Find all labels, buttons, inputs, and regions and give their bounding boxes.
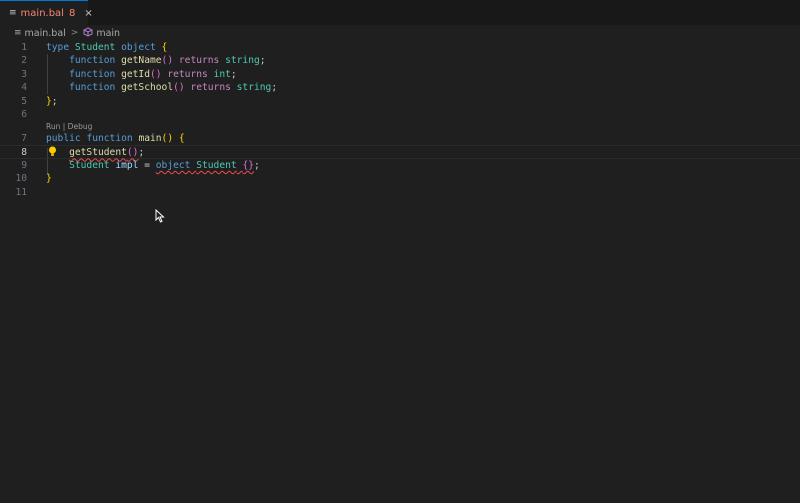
breadcrumb: ≡ main.bal > main: [0, 26, 800, 40]
token-keyword-error: object: [155, 159, 191, 171]
token-brace: }: [46, 173, 52, 185]
token-type: int: [213, 68, 231, 80]
token-keyword: returns: [167, 68, 208, 80]
token-keyword: type: [46, 42, 70, 53]
code-line[interactable]: 9 Student impl = object Student {};: [0, 159, 800, 172]
line-number: 7: [21, 133, 27, 144]
line-number: 2: [21, 55, 27, 67]
token-paren: (): [161, 133, 174, 144]
token-keyword: function: [69, 55, 116, 67]
token-paren: (): [161, 55, 174, 67]
problem-count-badge: 8: [68, 7, 76, 19]
token-keyword: function: [69, 82, 116, 94]
token-punct: ;: [271, 82, 278, 94]
token-function-error: getStudent: [69, 147, 127, 159]
codelens-run-debug[interactable]: Run | Debug: [46, 122, 92, 131]
breadcrumb-symbol[interactable]: main: [96, 28, 120, 39]
line-number: 5: [21, 95, 27, 107]
token-type: Student: [69, 159, 110, 171]
token-keyword: public: [46, 133, 81, 144]
code-line[interactable]: 6: [0, 108, 800, 121]
line-number: 8: [21, 147, 27, 159]
tab-bar: ≡ main.bal 8 ×: [0, 0, 800, 25]
breadcrumb-file[interactable]: main.bal: [25, 28, 66, 39]
token-punct: ;: [254, 159, 260, 171]
line-number: 1: [21, 42, 27, 53]
token-brace-error: {}: [242, 159, 254, 171]
lightbulb-icon[interactable]: [48, 146, 57, 160]
line-number: 9: [21, 159, 27, 171]
token-paren: (): [126, 147, 139, 159]
mouse-pointer-icon: [155, 208, 165, 227]
code-line-current[interactable]: 8 getStudent();: [0, 145, 800, 159]
token-function: main: [138, 133, 162, 144]
file-lines-icon: ≡: [9, 8, 17, 18]
line-number: 3: [21, 68, 27, 80]
code-line[interactable]: 11: [0, 186, 800, 199]
token-keyword: function: [86, 133, 133, 144]
code-line[interactable]: 5 };: [0, 95, 800, 108]
line-number: 4: [21, 82, 27, 94]
token-punct: ;: [51, 95, 58, 107]
token-function: getSchool: [121, 82, 174, 94]
token-punct: ;: [230, 68, 237, 80]
token-keyword: returns: [178, 55, 220, 67]
token-type: Student: [74, 42, 116, 53]
token-type-error: Student: [196, 159, 237, 171]
code-line[interactable]: 1 type Student object {: [0, 41, 800, 54]
token-function: getName: [121, 55, 162, 67]
line-number: 6: [21, 109, 27, 120]
token-punct: ;: [259, 55, 266, 67]
token-function: getId: [121, 68, 150, 80]
code-line[interactable]: 3 function getId() returns int;: [0, 68, 800, 81]
cube-icon: [83, 26, 93, 40]
token-operator: =: [144, 159, 150, 171]
code-line[interactable]: 7 public function main() {: [0, 132, 800, 145]
code-line[interactable]: 2 function getName() returns string;: [0, 54, 800, 67]
token-keyword: returns: [190, 82, 231, 94]
editor-tab-main-bal[interactable]: ≡ main.bal 8 ×: [0, 0, 93, 25]
token-keyword: function: [69, 68, 116, 80]
token-variable: impl: [115, 159, 139, 171]
token-type: string: [225, 55, 260, 67]
close-icon[interactable]: ×: [84, 8, 92, 19]
token-keyword: object: [121, 42, 156, 53]
token-brace: {: [178, 133, 185, 144]
line-number: 11: [15, 186, 27, 198]
token-paren: (): [173, 82, 185, 94]
breadcrumb-separator: >: [70, 28, 79, 38]
code-line[interactable]: 4 function getSchool() returns string;: [0, 81, 800, 94]
code-editor[interactable]: 1 type Student object { 2 function getNa…: [0, 41, 800, 503]
line-number: 10: [15, 173, 27, 185]
tab-label: main.bal: [20, 7, 64, 19]
code-line[interactable]: 10 }: [0, 172, 800, 185]
token-paren: (): [150, 68, 162, 80]
token-type: string: [236, 82, 272, 94]
token-brace: {: [161, 42, 168, 53]
file-lines-icon: ≡: [14, 28, 22, 38]
token-punct: ;: [138, 147, 145, 159]
